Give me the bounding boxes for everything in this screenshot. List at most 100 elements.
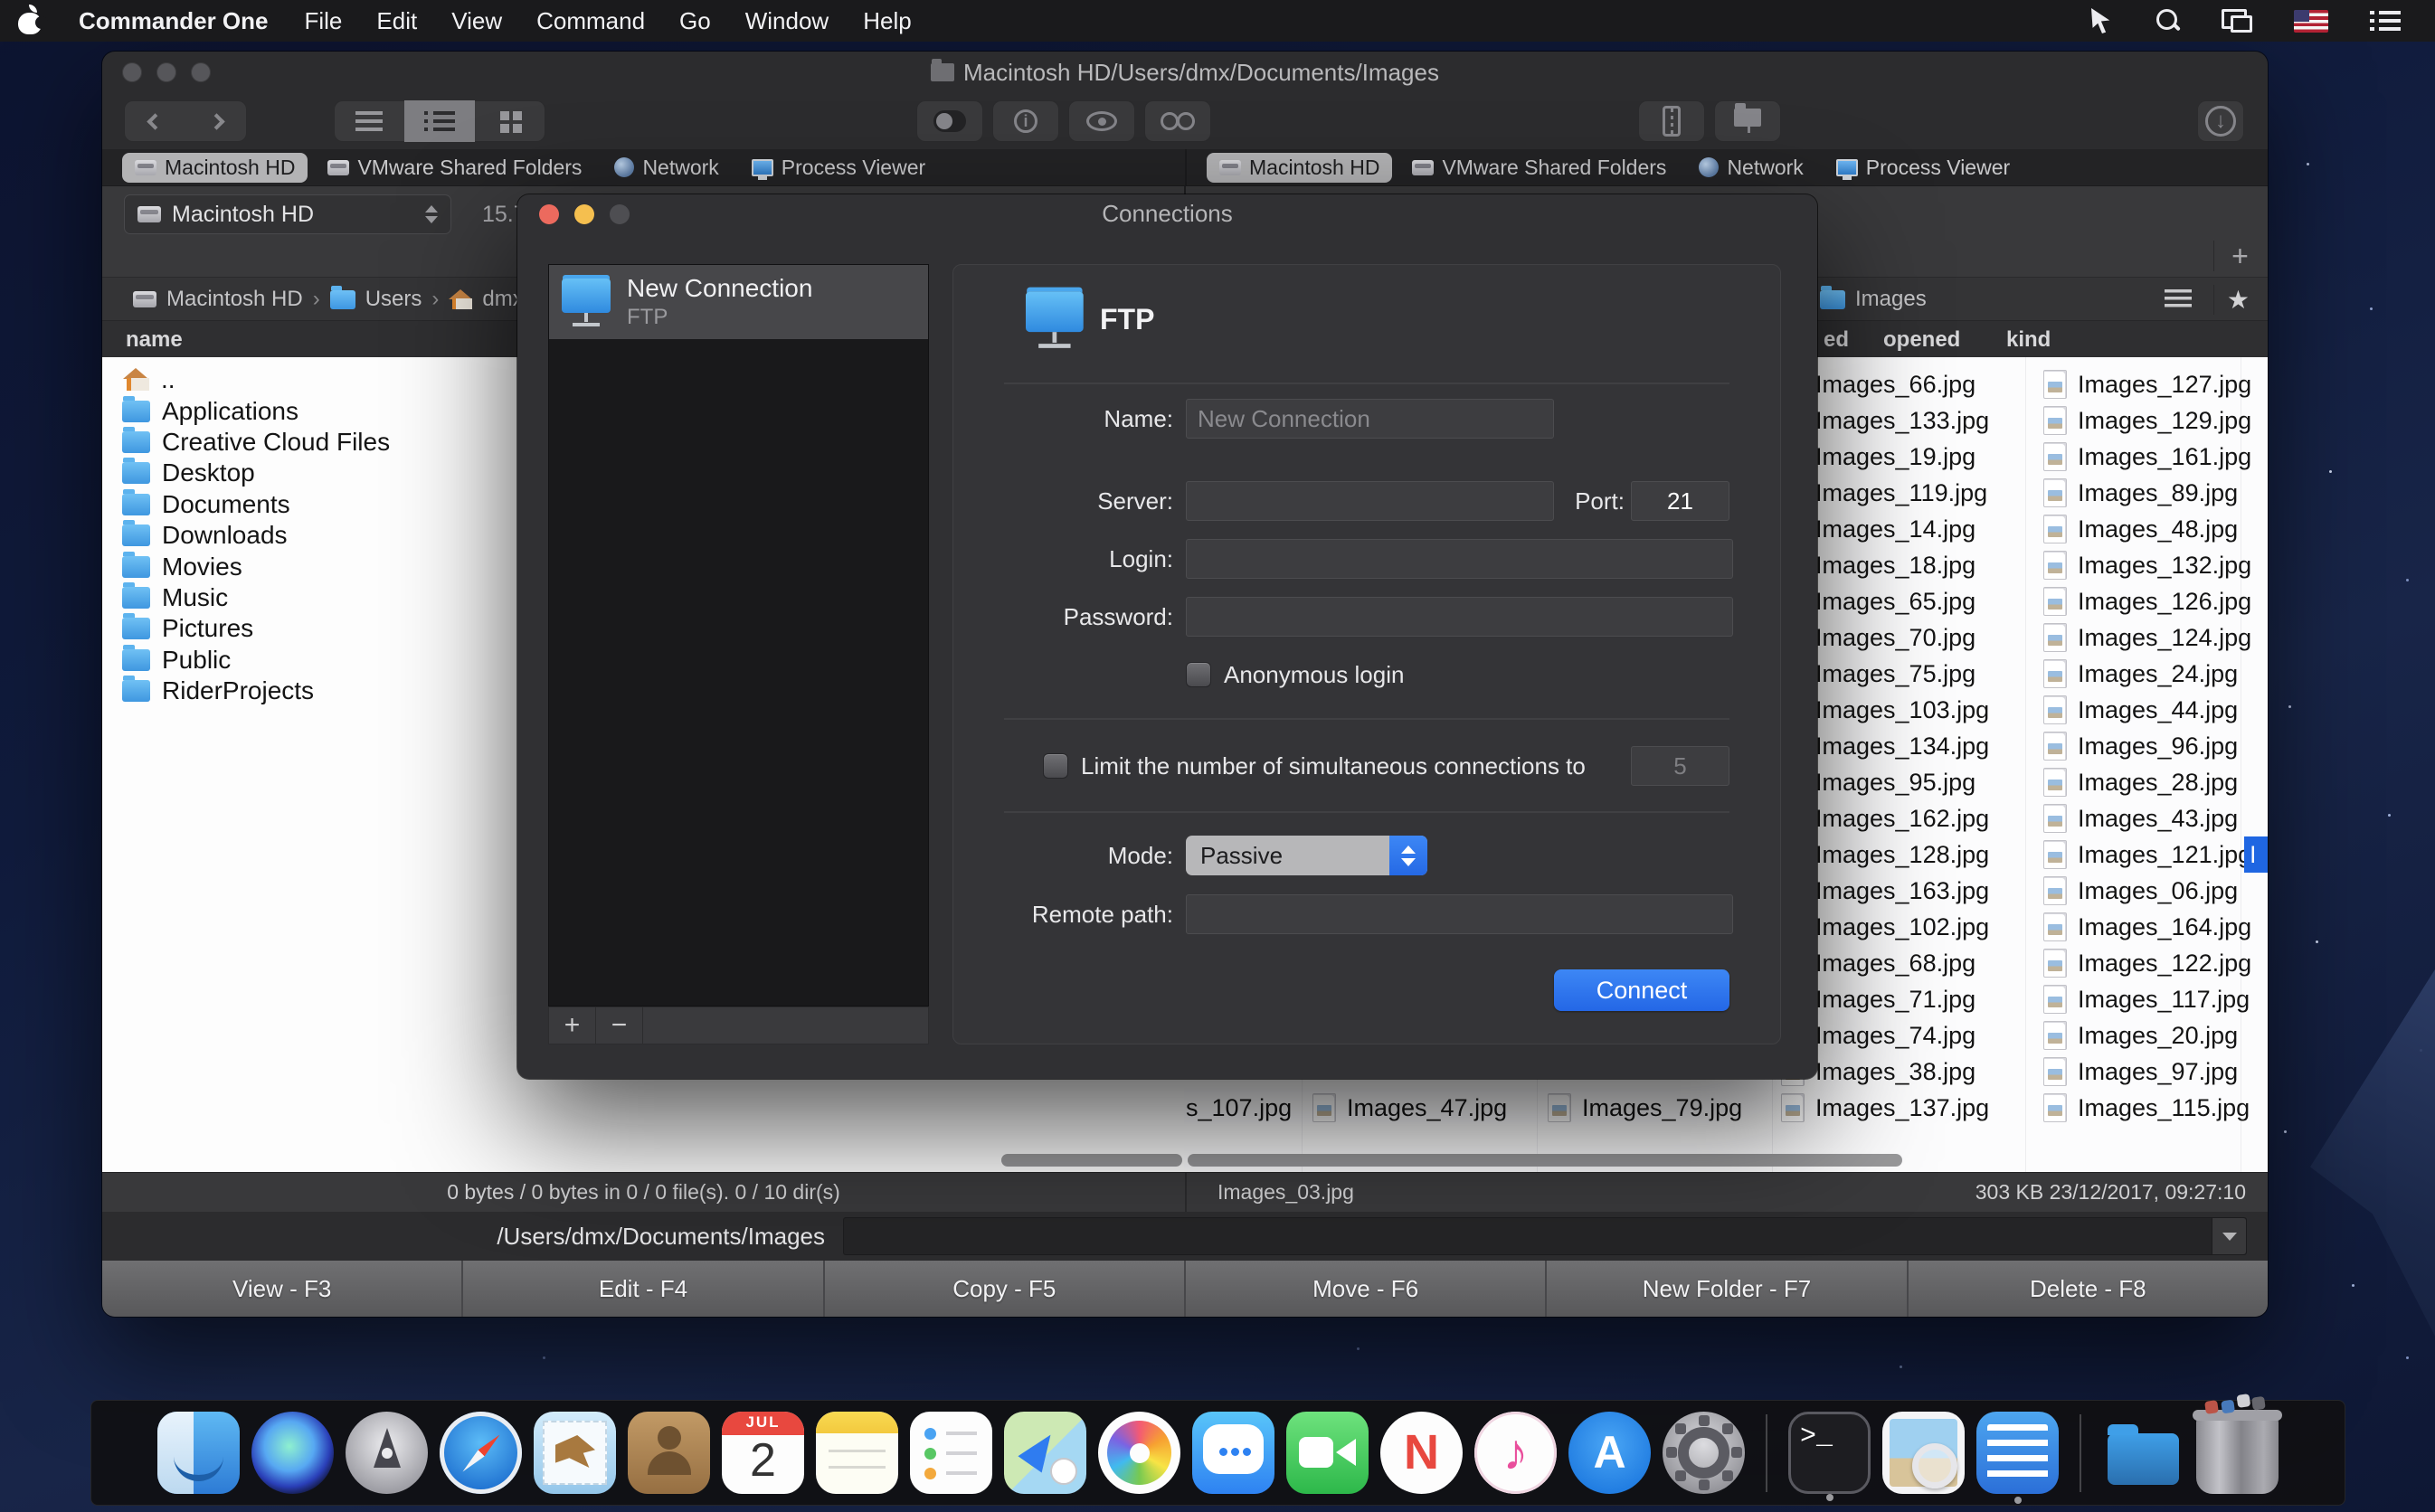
back-button[interactable] <box>124 100 185 142</box>
dock-contacts[interactable] <box>628 1412 710 1494</box>
notification-list-icon[interactable] <box>2370 10 2401 32</box>
port-input[interactable] <box>1632 482 1729 520</box>
selected-file-cursor[interactable]: I <box>2244 836 2268 873</box>
menu-item[interactable]: View <box>434 0 519 42</box>
file-row[interactable]: Images_127.jpg <box>2043 366 2251 402</box>
dock-system-preferences[interactable] <box>1663 1412 1745 1494</box>
apple-menu[interactable] <box>0 0 60 42</box>
server-input[interactable] <box>1187 482 1553 520</box>
name-input[interactable] <box>1187 400 1553 438</box>
tab[interactable]: Network <box>1686 153 1815 183</box>
menu-item[interactable]: File <box>288 0 360 42</box>
file-row[interactable]: Images_124.jpg <box>2043 619 2251 656</box>
view-grid-button[interactable] <box>475 100 545 142</box>
file-row[interactable]: Images_137.jpg <box>1781 1090 1989 1126</box>
minimize-button[interactable] <box>156 62 176 82</box>
menu-item[interactable]: Edit <box>359 0 434 42</box>
function-button[interactable]: Delete - F8 <box>1909 1261 2268 1317</box>
forward-button[interactable] <box>185 100 247 142</box>
search-files-button[interactable] <box>1144 100 1211 142</box>
view-list-button[interactable] <box>334 100 404 142</box>
file-row[interactable]: Images_122.jpg <box>2043 945 2251 981</box>
function-button[interactable]: Move - F6 <box>1186 1261 1547 1317</box>
connect-button[interactable]: Connect <box>1554 969 1729 1011</box>
window-controls[interactable] <box>122 62 211 82</box>
login-input[interactable] <box>1187 540 1732 578</box>
close-button[interactable] <box>122 62 142 82</box>
network-connect-button[interactable] <box>1714 100 1781 142</box>
tab[interactable]: Network <box>602 153 731 183</box>
file-row-partial[interactable]: s_107.jpg <box>1186 1090 1292 1126</box>
dock-app-store[interactable]: A <box>1568 1412 1651 1494</box>
add-connection-button[interactable]: + <box>549 1007 596 1044</box>
function-button[interactable]: Edit - F4 <box>463 1261 824 1317</box>
downloads-queue-button[interactable]: ↓ <box>2197 100 2244 142</box>
breadcrumb-item[interactable]: Users <box>365 287 422 312</box>
file-row[interactable]: Images_47.jpg <box>1312 1090 1507 1126</box>
input-language-flag-icon[interactable] <box>2294 10 2328 33</box>
menu-item[interactable]: Window <box>728 0 846 42</box>
file-row[interactable]: Images_06.jpg <box>2043 873 2251 909</box>
close-button[interactable] <box>539 204 559 224</box>
file-row[interactable]: Images_24.jpg <box>2043 656 2251 692</box>
list-options-icon[interactable] <box>2165 289 2192 309</box>
minimize-button[interactable] <box>574 204 594 224</box>
tab[interactable]: Macintosh HD <box>1207 153 1392 183</box>
quick-look-button[interactable] <box>1068 100 1135 142</box>
connection-list-item-selected[interactable]: New Connection FTP <box>549 265 928 339</box>
file-row[interactable]: Images_161.jpg <box>2043 439 2251 475</box>
remote-path-input[interactable] <box>1187 895 1732 933</box>
column-header-name[interactable]: name <box>126 327 183 353</box>
dock-divider[interactable] <box>1766 1414 1767 1492</box>
dock-divider[interactable] <box>2080 1414 2081 1492</box>
dock-trash[interactable] <box>2196 1412 2279 1494</box>
dock-calendar[interactable]: JUL 2 <box>722 1412 804 1494</box>
toggle-panel-button[interactable] <box>916 100 983 142</box>
dock-safari[interactable] <box>440 1412 522 1494</box>
menu-item[interactable]: Command <box>519 0 662 42</box>
tab[interactable]: VMware Shared Folders <box>315 153 594 183</box>
horizontal-scrollbar-thumb[interactable] <box>1001 1154 1182 1167</box>
spotlight-search-icon[interactable] <box>2156 9 2180 33</box>
dock-messages[interactable] <box>1192 1412 1274 1494</box>
column-header-kind[interactable]: kind <box>2006 327 2051 353</box>
file-row[interactable]: Images_20.jpg <box>2043 1017 2251 1054</box>
dock-news[interactable]: N <box>1380 1412 1463 1494</box>
mode-dropdown[interactable]: Passive <box>1186 836 1427 875</box>
dock-finder[interactable] <box>157 1412 240 1494</box>
app-menu-title[interactable]: Commander One <box>60 0 288 42</box>
breadcrumb-item[interactable]: Macintosh HD <box>166 287 303 312</box>
horizontal-scrollbar-thumb[interactable] <box>1188 1154 1902 1167</box>
command-line-input[interactable] <box>844 1218 2246 1254</box>
function-button[interactable]: View - F3 <box>102 1261 463 1317</box>
dock-mail[interactable] <box>534 1412 616 1494</box>
file-row[interactable]: Images_89.jpg <box>2043 475 2251 511</box>
dock-launchpad[interactable] <box>346 1412 428 1494</box>
view-detailed-button[interactable] <box>404 100 475 142</box>
dialog-window-controls[interactable] <box>539 204 630 224</box>
displays-icon[interactable] <box>2222 9 2252 33</box>
file-row[interactable]: Images_164.jpg <box>2043 909 2251 945</box>
dock-siri[interactable] <box>251 1412 334 1494</box>
file-row[interactable]: Images_48.jpg <box>2043 511 2251 547</box>
file-row[interactable]: Images_115.jpg <box>2043 1090 2251 1126</box>
menu-item[interactable]: Help <box>846 0 928 42</box>
dock-preview[interactable] <box>1882 1412 1965 1494</box>
file-row[interactable]: Images_43.jpg <box>2043 800 2251 836</box>
file-row[interactable]: Images_117.jpg <box>2043 981 2251 1017</box>
dock-terminal[interactable]: >_ <box>1788 1412 1871 1494</box>
dock-maps[interactable] <box>1004 1412 1086 1494</box>
function-button[interactable]: Copy - F5 <box>825 1261 1186 1317</box>
path-dropdown-button[interactable] <box>2212 1218 2246 1254</box>
menu-item[interactable]: Go <box>662 0 728 42</box>
favorites-star-icon[interactable]: ★ <box>2213 285 2250 315</box>
drive-selector[interactable]: Macintosh HD <box>124 194 451 234</box>
tab[interactable]: Process Viewer <box>739 153 938 183</box>
password-input[interactable] <box>1187 598 1732 636</box>
remote-pointer-icon[interactable] <box>2091 8 2115 33</box>
column-header-partial[interactable]: ed <box>1824 327 1849 353</box>
zoom-button[interactable] <box>191 62 211 82</box>
dock-itunes[interactable]: ♪ <box>1474 1412 1557 1494</box>
limit-input[interactable] <box>1632 747 1729 785</box>
dock-downloads-folder[interactable] <box>2102 1412 2184 1494</box>
